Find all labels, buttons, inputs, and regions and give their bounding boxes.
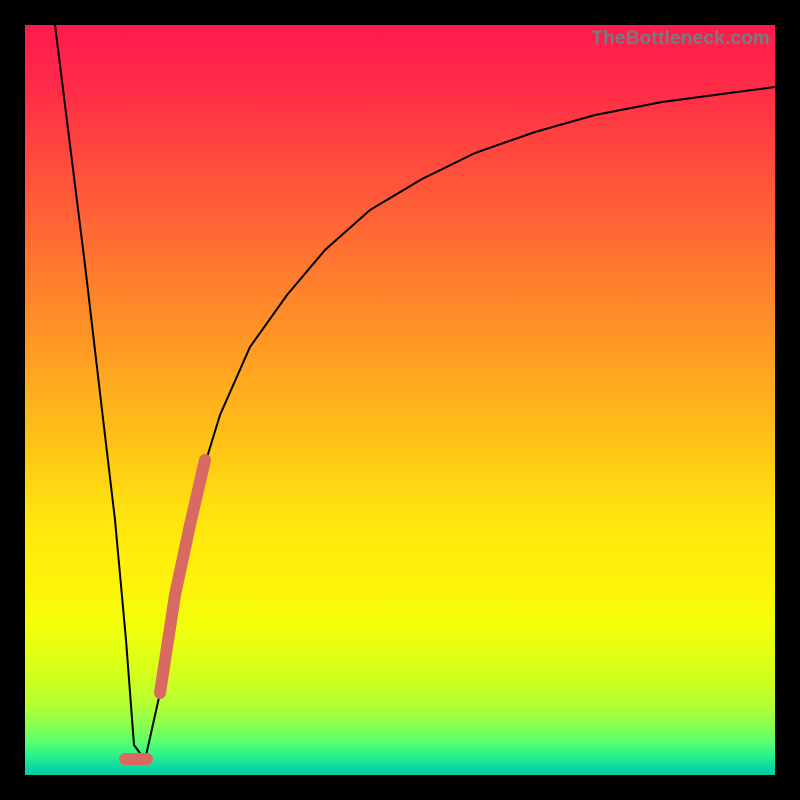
curve-layer [25, 25, 775, 775]
plot-area [25, 25, 775, 775]
chart-frame: TheBottleneck.com [0, 0, 800, 800]
highlight-min-point [135, 753, 147, 765]
highlight-segment [160, 460, 205, 693]
watermark-text: TheBottleneck.com [591, 28, 770, 50]
